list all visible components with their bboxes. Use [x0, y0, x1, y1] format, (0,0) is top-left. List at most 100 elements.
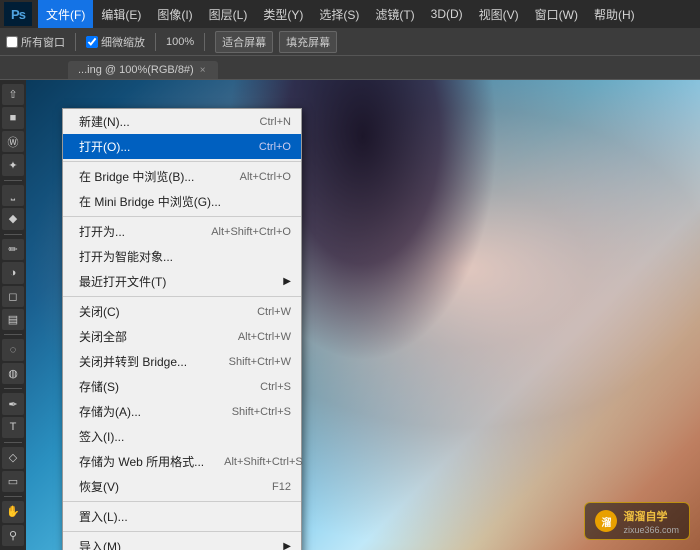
tool-text[interactable]: T	[2, 417, 24, 438]
tool-hand[interactable]: ✋	[2, 501, 24, 522]
watermark-main-text: 溜溜自学	[623, 511, 667, 523]
menu-item-save[interactable]: 存储(S)Ctrl+S	[63, 374, 301, 399]
menu-help[interactable]: 帮助(H)	[586, 0, 643, 28]
lt-sep-3	[4, 334, 22, 335]
watermark-icon: 溜	[595, 510, 617, 532]
tab-close-button[interactable]: ×	[200, 65, 206, 76]
menu-separator-9	[63, 296, 301, 297]
file-dropdown-menu: 新建(N)... Ctrl+N 打开(O)...Ctrl+O 在 Bridge 中浏览…	[62, 108, 302, 550]
fit-screen-button[interactable]: 适合屏幕	[215, 31, 273, 53]
menu-item-shortcut-revert: F12	[272, 481, 291, 493]
fine-zoom-check[interactable]: 细微缩放	[86, 34, 145, 50]
menu-type[interactable]: 类型(Y)	[255, 0, 311, 28]
fill-screen-button[interactable]: 填充屏幕	[279, 31, 337, 53]
tool-move[interactable]: ⇧	[2, 84, 24, 105]
menu-item-label-save: 存储(S)	[79, 378, 240, 395]
tool-pen[interactable]: ✒	[2, 393, 24, 414]
menu-item-open[interactable]: 打开(O)...Ctrl+O	[63, 134, 301, 159]
menu-edit[interactable]: 编辑(E)	[93, 0, 149, 28]
menu-item-close_bridge[interactable]: 关闭并转到 Bridge... Shift+Ctrl+W	[63, 349, 301, 374]
menu-item-label-open_as: 打开为...	[79, 223, 191, 240]
menu-item-import[interactable]: 导入(M)▶	[63, 534, 301, 550]
left-toolbar: ⇧ ■ Ⓦ ✦ ⎵ ◆ ✏ ◑ ◻ ▤ ◌ ◍ ✒ T ◇ ▭ ✋ ⚲	[0, 80, 26, 550]
menu-window[interactable]: 窗口(W)	[527, 0, 586, 28]
menu-item-label-close_bridge: 关闭并转到 Bridge...	[79, 353, 209, 370]
tool-path[interactable]: ◇	[2, 447, 24, 468]
ps-logo: Ps	[4, 2, 32, 26]
menu-item-open_smart[interactable]: 打开为智能对象...	[63, 244, 301, 269]
fine-zoom-label: 细微缩放	[101, 34, 145, 50]
menu-item-label-minibridge: 在 Mini Bridge 中浏览(G)...	[79, 193, 271, 210]
menu-item-place[interactable]: 置入(L)...	[63, 504, 301, 529]
menu-item-shortcut-save_as: Shift+Ctrl+S	[232, 406, 291, 418]
doc-tab-label: ...ing @ 100%(RGB/8#)	[78, 64, 194, 76]
zoom-value-label: 100%	[166, 36, 194, 48]
menu-item-label-bridge: 在 Bridge 中浏览(B)...	[79, 168, 220, 185]
all-windows-check[interactable]: 所有窗口	[6, 34, 65, 50]
menu-item-shortcut-open_as: Alt+Shift+Ctrl+O	[211, 226, 291, 238]
menu-item-save_as[interactable]: 存储为(A)... Shift+Ctrl+S	[63, 399, 301, 424]
menu-item-label-save_as: 存储为(A)...	[79, 403, 212, 420]
tool-magic-wand[interactable]: ✦	[2, 154, 24, 175]
menu-item-shortcut-bridge: Alt+Ctrl+O	[240, 171, 291, 183]
tool-shape[interactable]: ▭	[2, 471, 24, 492]
tool-brush[interactable]: ✏	[2, 239, 24, 260]
menu-item-label-open_smart: 打开为智能对象...	[79, 248, 271, 265]
lt-sep-4	[4, 388, 22, 389]
menu-item-label-save_web: 存储为 Web 所用格式...	[79, 453, 204, 470]
lt-sep-5	[4, 442, 22, 443]
menu-separator-20	[63, 531, 301, 532]
menu-layer[interactable]: 图层(L)	[201, 0, 256, 28]
fine-zoom-checkbox[interactable]	[86, 36, 98, 48]
watermark-text-block: 溜溜自学 zixue366.com	[623, 507, 679, 535]
menu-item-shortcut-close_all: Alt+Ctrl+W	[238, 331, 291, 343]
tool-zoom[interactable]: ⚲	[2, 525, 24, 546]
menu-view[interactable]: 视图(V)	[471, 0, 527, 28]
menu-item-recent[interactable]: 最近打开文件(T)▶	[63, 269, 301, 294]
menu-item-label-close: 关闭(C)	[79, 303, 237, 320]
menu-item-label-import: 导入(M)	[79, 538, 283, 550]
tool-eraser[interactable]: ◻	[2, 286, 24, 307]
tool-gradient[interactable]: ▤	[2, 309, 24, 330]
menu-3d[interactable]: 3D(D)	[423, 0, 471, 28]
menu-item-checkin[interactable]: 签入(I)...	[63, 424, 301, 449]
menu-item-shortcut-recent: ▶	[283, 276, 291, 287]
menu-file[interactable]: 文件(F)	[38, 0, 93, 28]
toolbar-bar: 所有窗口 细微缩放 100% 适合屏幕 填充屏幕	[0, 28, 700, 56]
tool-eyedropper[interactable]: ◆	[2, 208, 24, 229]
menu-image[interactable]: 图像(I)	[149, 0, 200, 28]
menu-item-close[interactable]: 关闭(C) Ctrl+W	[63, 299, 301, 324]
lt-sep-6	[4, 496, 22, 497]
menu-separator-18	[63, 501, 301, 502]
menu-items: 文件(F) 编辑(E) 图像(I) 图层(L) 类型(Y) 选择(S) 滤镜(T…	[38, 0, 643, 28]
toolbar-separator-1	[75, 33, 76, 51]
menu-item-minibridge[interactable]: 在 Mini Bridge 中浏览(G)...	[63, 189, 301, 214]
menu-item-open_as[interactable]: 打开为... Alt+Shift+Ctrl+O	[63, 219, 301, 244]
menu-item-label-revert: 恢复(V)	[79, 478, 252, 495]
menu-select[interactable]: 选择(S)	[311, 0, 367, 28]
menu-item-shortcut-import: ▶	[283, 541, 291, 550]
menu-item-new[interactable]: 新建(N)... Ctrl+N	[63, 109, 301, 134]
tool-clone[interactable]: ◑	[2, 262, 24, 283]
tool-dodge[interactable]: ◍	[2, 363, 24, 384]
menu-item-revert[interactable]: 恢复(V) F12	[63, 474, 301, 499]
menu-item-shortcut-close_bridge: Shift+Ctrl+W	[229, 356, 291, 368]
tool-crop[interactable]: ⎵	[2, 185, 24, 206]
menu-item-close_all[interactable]: 关闭全部Alt+Ctrl+W	[63, 324, 301, 349]
tool-marquee[interactable]: ■	[2, 107, 24, 128]
menu-item-bridge[interactable]: 在 Bridge 中浏览(B)... Alt+Ctrl+O	[63, 164, 301, 189]
canvas-area: 溜 溜溜自学 zixue366.com 新建(N)... Ctrl+N 打开(O).…	[26, 80, 700, 550]
tool-lasso[interactable]: Ⓦ	[2, 131, 24, 152]
menu-separator-5	[63, 216, 301, 217]
tool-blur[interactable]: ◌	[2, 339, 24, 360]
menu-filter[interactable]: 滤镜(T)	[367, 0, 422, 28]
menu-item-shortcut-new: Ctrl+N	[260, 116, 291, 128]
lt-sep-2	[4, 234, 22, 235]
watermark: 溜 溜溜自学 zixue366.com	[584, 502, 690, 540]
all-windows-checkbox[interactable]	[6, 36, 18, 48]
menu-item-label-new: 新建(N)...	[79, 113, 240, 130]
document-tab[interactable]: ...ing @ 100%(RGB/8#) ×	[68, 61, 218, 79]
menu-item-shortcut-close: Ctrl+W	[257, 306, 291, 318]
menu-item-save_web[interactable]: 存储为 Web 所用格式...Alt+Shift+Ctrl+S	[63, 449, 301, 474]
menu-item-label-open: 打开(O)...	[79, 138, 239, 155]
